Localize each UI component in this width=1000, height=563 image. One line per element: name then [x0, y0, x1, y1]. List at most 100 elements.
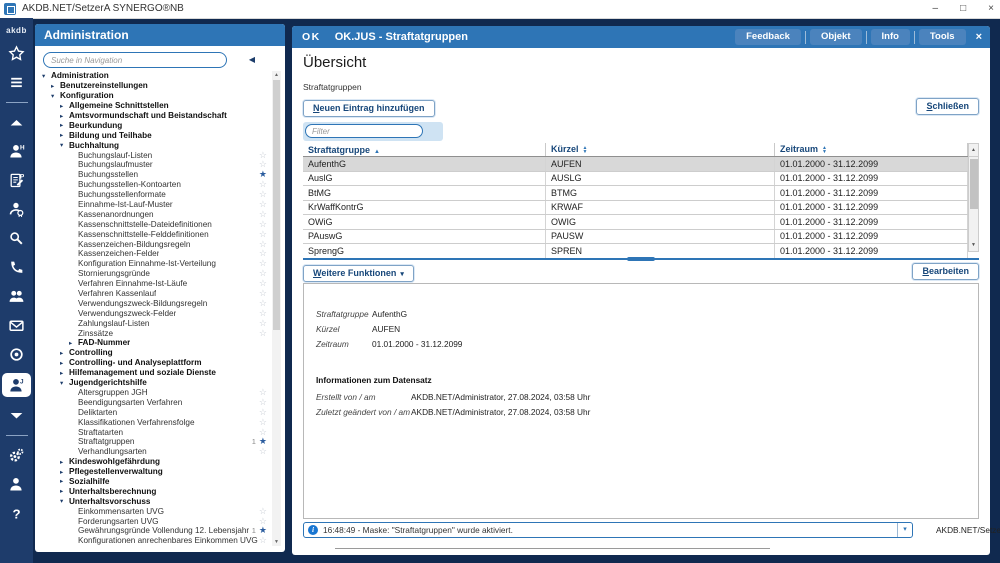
tree-item[interactable]: ▸Beurkundung	[39, 120, 269, 130]
favorite-star-icon[interactable]: ☆	[259, 210, 267, 219]
scrollbar-down-icon[interactable]: ▼	[272, 538, 281, 546]
tree-item[interactable]: ▸Pflegestellenverwaltung	[39, 467, 269, 477]
favorite-star-icon[interactable]: ☆	[259, 200, 267, 209]
edit-button[interactable]: Bearbeiten	[912, 263, 979, 280]
tree-item[interactable]: Verwendungszweck-Felder☆	[39, 308, 269, 318]
tree-item[interactable]: Verfahren Kassenlauf☆	[39, 289, 269, 299]
tree-collapsed-icon[interactable]: ▸	[69, 339, 78, 347]
favorite-star-icon[interactable]: ★	[259, 437, 267, 446]
table-scrollbar[interactable]: ▲ ▼	[968, 143, 979, 252]
column-header-straftatgruppe[interactable]: Straftatgruppe▲	[303, 143, 546, 157]
minimize-button[interactable]: –	[933, 0, 939, 18]
tree-item[interactable]: ▸Benutzereinstellungen	[39, 81, 269, 91]
favorite-star-icon[interactable]: ☆	[259, 259, 267, 268]
tree-item[interactable]: ▸Controlling- und Analyseplattform	[39, 358, 269, 368]
table-row[interactable]: SprengGSPREN01.01.2000 - 31.12.2099	[303, 244, 968, 259]
favorites-star-icon[interactable]	[2, 45, 31, 62]
table-scroll-down-icon[interactable]: ▼	[969, 240, 978, 251]
tree-item[interactable]: ▸FAD-Nummer	[39, 338, 269, 348]
favorite-star-icon[interactable]: ☆	[259, 398, 267, 407]
tree-item[interactable]: Konfigurationen anrechenbares Einkommen …	[39, 536, 269, 546]
maximize-button[interactable]: □	[960, 0, 966, 18]
tree-item[interactable]: Verwendungszweck-Bildungsregeln☆	[39, 298, 269, 308]
tree-collapsed-icon[interactable]: ▸	[60, 477, 69, 485]
tree-collapsed-icon[interactable]: ▸	[60, 121, 69, 129]
filter-input[interactable]	[305, 124, 423, 138]
menu-list-icon[interactable]	[2, 74, 31, 91]
favorite-star-icon[interactable]: ☆	[259, 180, 267, 189]
tree-item[interactable]: Einnahme-Ist-Lauf-Muster☆	[39, 200, 269, 210]
search-magnifier-icon[interactable]	[2, 230, 31, 247]
favorite-star-icon[interactable]: ☆	[259, 507, 267, 516]
tree-item[interactable]: ▸Kindeswohlgefährdung	[39, 457, 269, 467]
table-scrollbar-thumb[interactable]	[970, 159, 978, 209]
tree-item[interactable]: ▾Jugendgerichtshilfe	[39, 378, 269, 388]
tree-item[interactable]: Konfiguration Einnahme-Ist-Verteilung☆	[39, 259, 269, 269]
header-button-feedback[interactable]: Feedback	[735, 29, 801, 45]
navigation-search-input[interactable]	[43, 52, 227, 68]
tree-item[interactable]: ▸Controlling	[39, 348, 269, 358]
tree-scrollbar[interactable]: ▲ ▼	[272, 71, 281, 546]
tree-item[interactable]: ▸Allgemeine Schnittstellen	[39, 101, 269, 111]
tree-item[interactable]: Buchungsstellen★	[39, 170, 269, 180]
tree-item[interactable]: Kassenzeichen-Bildungsregeln☆	[39, 239, 269, 249]
favorite-star-icon[interactable]: ☆	[259, 309, 267, 318]
user-icon[interactable]	[2, 476, 31, 493]
tree-item[interactable]: Zahlungslauf-Listen☆	[39, 318, 269, 328]
tree-collapsed-icon[interactable]: ▸	[60, 102, 69, 110]
status-dropdown-button[interactable]: ▾	[897, 523, 912, 537]
scrollbar-thumb[interactable]	[273, 80, 280, 330]
header-button-objekt[interactable]: Objekt	[810, 29, 862, 45]
tree-expanded-icon[interactable]: ▾	[60, 497, 69, 505]
table-row[interactable]: PAuswGPAUSW01.01.2000 - 31.12.2099	[303, 229, 968, 244]
add-entry-button[interactable]: Neuen Eintrag hinzufügen	[303, 100, 435, 117]
tree-item[interactable]: Kassenschnittstelle-Dateidefinitionen☆	[39, 219, 269, 229]
tree-item[interactable]: Beendigungsarten Verfahren☆	[39, 397, 269, 407]
phone-contact-icon[interactable]	[2, 259, 31, 276]
scroll-up-icon[interactable]	[2, 114, 31, 131]
favorite-star-icon[interactable]: ☆	[259, 428, 267, 437]
favorite-star-icon[interactable]: ☆	[259, 447, 267, 456]
favorite-star-icon[interactable]: ☆	[259, 190, 267, 199]
tree-item[interactable]: Buchungsstellenformate☆	[39, 190, 269, 200]
tree-collapsed-icon[interactable]: ▸	[51, 82, 60, 90]
tree-expanded-icon[interactable]: ▾	[42, 72, 51, 80]
table-scroll-up-icon[interactable]: ▲	[969, 144, 978, 157]
table-row[interactable]: BtMGBTMG01.01.2000 - 31.12.2099	[303, 186, 968, 201]
column-header-zeitraum[interactable]: Zeitraum▲▼	[775, 143, 968, 157]
tree-item[interactable]: ▾Konfiguration	[39, 91, 269, 101]
tree-item[interactable]: Verfahren Einnahme-Ist-Läufe☆	[39, 279, 269, 289]
mail-icon[interactable]	[2, 317, 31, 334]
tree-item[interactable]: Verhandlungsarten☆	[39, 447, 269, 457]
tree-item[interactable]: Kassenzeichen-Felder☆	[39, 249, 269, 259]
table-row[interactable]: KrWaffKontrGKRWAF01.01.2000 - 31.12.2099	[303, 200, 968, 215]
favorite-star-icon[interactable]: ☆	[259, 319, 267, 328]
tree-collapsed-icon[interactable]: ▸	[60, 369, 69, 377]
tree-item[interactable]: Klassifikationen Verfahrensfolge☆	[39, 417, 269, 427]
person-h-icon[interactable]: H	[2, 143, 31, 160]
help-icon[interactable]: ?	[2, 505, 31, 522]
tree-item[interactable]: Zinssätze☆	[39, 328, 269, 338]
more-functions-button[interactable]: Weitere Funktionen▾	[303, 265, 414, 282]
tree-collapsed-icon[interactable]: ▸	[60, 359, 69, 367]
scroll-down-icon[interactable]	[2, 407, 31, 424]
tree-item[interactable]: Straftatarten☆	[39, 427, 269, 437]
target-icon[interactable]	[2, 346, 31, 363]
table-row[interactable]: AuslGAUSLG01.01.2000 - 31.12.2099	[303, 171, 968, 186]
close-window-button[interactable]: ×	[988, 0, 994, 18]
tree-item[interactable]: ▸Amtsvormundschaft und Beistandschaft	[39, 111, 269, 121]
tree-collapsed-icon[interactable]: ▸	[60, 112, 69, 120]
tree-item[interactable]: Kassenanordnungen☆	[39, 209, 269, 219]
tree-item[interactable]: ▾Administration	[39, 71, 269, 81]
favorite-star-icon[interactable]: ☆	[259, 269, 267, 278]
favorite-star-icon[interactable]: ☆	[259, 289, 267, 298]
tree-expanded-icon[interactable]: ▾	[60, 379, 69, 387]
favorite-star-icon[interactable]: ☆	[259, 418, 267, 427]
header-button-info[interactable]: Info	[871, 29, 910, 45]
tree-item[interactable]: Forderungsarten UVG☆	[39, 516, 269, 526]
tree-item[interactable]: Buchungsstellen-Kontoarten☆	[39, 180, 269, 190]
collapse-sidebar-icon[interactable]: ◀	[249, 55, 255, 64]
favorite-star-icon[interactable]: ☆	[259, 536, 267, 545]
scrollbar-up-icon[interactable]: ▲	[272, 71, 281, 79]
tree-collapsed-icon[interactable]: ▸	[60, 468, 69, 476]
